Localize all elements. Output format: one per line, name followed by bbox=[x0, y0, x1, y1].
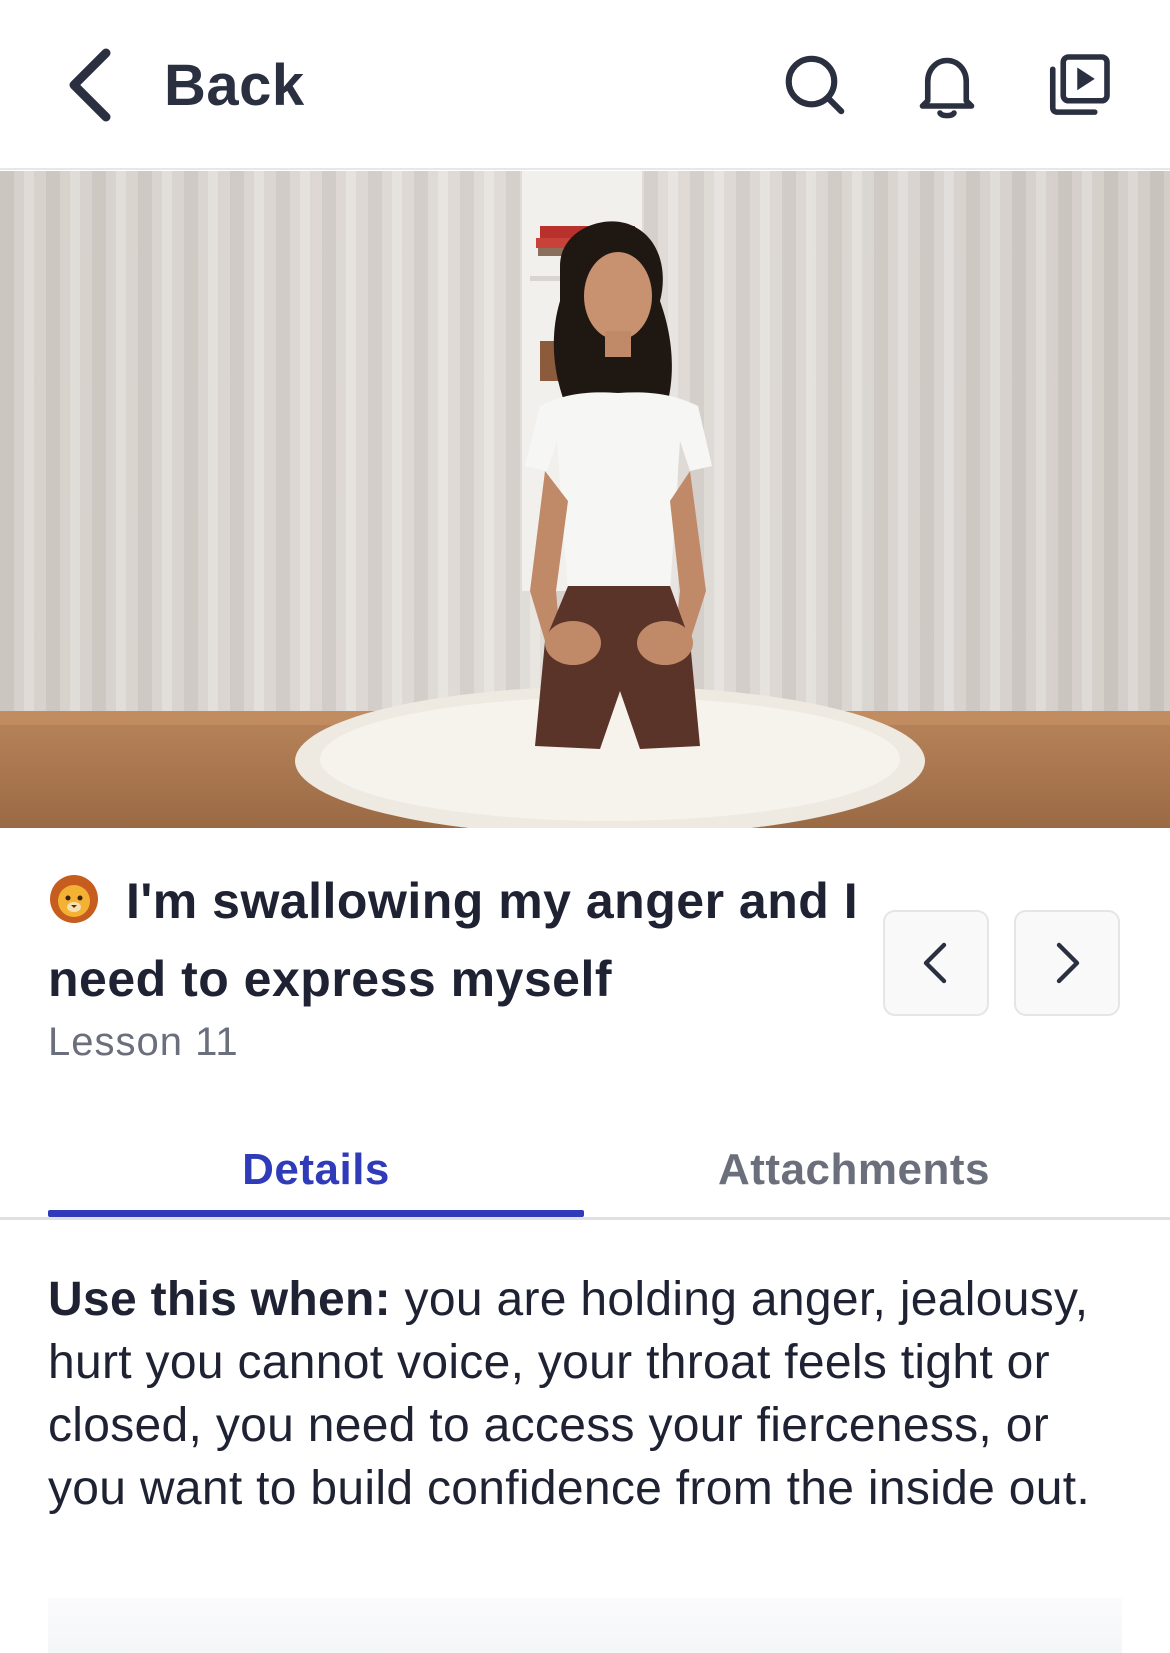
tab-details[interactable]: Details bbox=[48, 1120, 584, 1220]
back-label: Back bbox=[164, 52, 305, 118]
previous-lesson-button[interactable] bbox=[883, 910, 989, 1016]
bell-icon bbox=[919, 57, 975, 119]
active-tab-indicator bbox=[48, 1210, 584, 1217]
back-button[interactable]: Back bbox=[62, 40, 305, 130]
chevron-left-icon bbox=[69, 48, 111, 122]
media-library-button[interactable] bbox=[1039, 40, 1119, 130]
top-bar: Back bbox=[0, 0, 1170, 170]
video-thumbnail bbox=[0, 171, 1170, 828]
lesson-title-text: I'm swallowing my anger and I need to ex… bbox=[48, 873, 859, 1007]
content-fade bbox=[48, 1598, 1122, 1653]
lesson-title-block: I'm swallowing my anger and I need to ex… bbox=[48, 862, 878, 1018]
next-lesson-button[interactable] bbox=[1014, 910, 1120, 1016]
lesson-video[interactable] bbox=[0, 171, 1170, 828]
chevron-left-icon bbox=[923, 942, 947, 984]
chevron-right-icon bbox=[1056, 942, 1080, 984]
lesson-number: Lesson 11 bbox=[48, 1020, 239, 1064]
tab-attachments[interactable]: Attachments bbox=[584, 1120, 1124, 1220]
video-library-icon bbox=[1049, 54, 1110, 115]
lesson-description: Use this when: you are holding anger, je… bbox=[48, 1268, 1128, 1520]
search-button[interactable] bbox=[775, 40, 855, 130]
description-lead: Use this when: bbox=[48, 1273, 391, 1326]
notifications-button[interactable] bbox=[907, 40, 987, 130]
tab-bar: Details Attachments bbox=[0, 1120, 1170, 1220]
search-icon bbox=[785, 55, 845, 115]
lesson-title: I'm swallowing my anger and I need to ex… bbox=[48, 862, 878, 1018]
lion-emoji-icon bbox=[50, 875, 98, 923]
